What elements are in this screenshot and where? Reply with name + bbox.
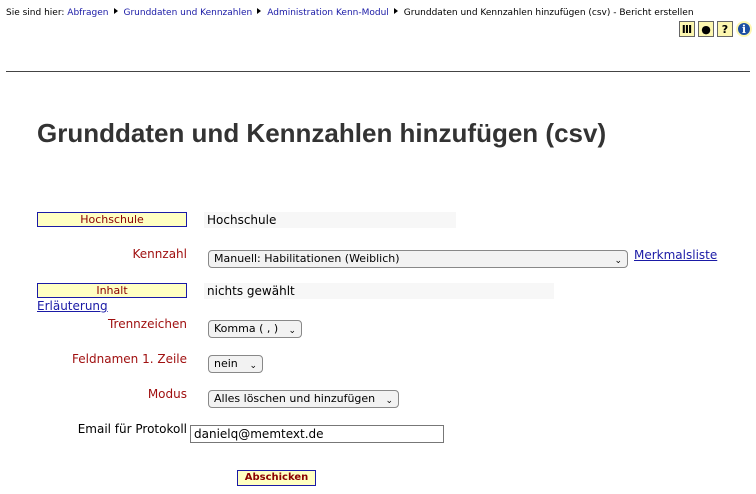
trennzeichen-select[interactable]: Komma ( , ) ⌄: [208, 320, 302, 338]
trennzeichen-selected: Komma ( , ): [214, 322, 279, 335]
breadcrumb-current: Grunddaten und Kennzahlen hinzufügen (cs…: [403, 8, 694, 18]
university-icon[interactable]: Ⅲ: [679, 21, 695, 37]
erlaeuterung-link[interactable]: Erläuterung: [37, 299, 108, 313]
toolbar: Ⅲ ● ? i: [679, 21, 752, 37]
submit-button[interactable]: Abschicken: [237, 470, 316, 486]
email-label: Email für Protokoll: [77, 422, 187, 436]
chevron-down-icon: ⌄: [249, 361, 257, 371]
divider: [6, 71, 750, 72]
breadcrumb: Sie sind hier: Abfragen Grunddaten und Ke…: [6, 8, 694, 18]
email-field[interactable]: [190, 425, 444, 443]
page-title: Grunddaten und Kennzahlen hinzufügen (cs…: [37, 118, 607, 148]
chevron-down-icon: ⌄: [385, 396, 393, 406]
breadcrumb-arrow-icon: [113, 8, 118, 14]
kennzahl-label: Kennzahl: [132, 247, 187, 261]
chevron-down-icon: ⌄: [614, 256, 622, 266]
trennzeichen-label: Trennzeichen: [107, 317, 187, 331]
merkmalsliste-link[interactable]: Merkmalsliste: [634, 248, 717, 262]
hochschule-value: Hochschule: [204, 212, 456, 228]
breadcrumb-link-grunddaten[interactable]: Grunddaten und Kennzahlen: [124, 8, 253, 18]
modus-selected: Alles löschen und hinzufügen: [214, 392, 376, 405]
modus-label: Modus: [147, 387, 187, 401]
feldnamen-selected: nein: [214, 357, 238, 370]
modus-select[interactable]: Alles löschen und hinzufügen ⌄: [208, 390, 399, 408]
inhalt-label[interactable]: Inhalt: [37, 283, 187, 298]
chevron-down-icon: ⌄: [288, 326, 296, 336]
kennzahl-selected: Manuell: Habilitationen (Weiblich): [214, 252, 400, 265]
breadcrumb-link-abfragen[interactable]: Abfragen: [67, 8, 108, 18]
feldnamen-select[interactable]: nein ⌄: [208, 355, 263, 373]
feldnamen-label: Feldnamen 1. Zeile: [72, 352, 187, 366]
record-icon[interactable]: ●: [698, 21, 714, 37]
help-icon[interactable]: ?: [717, 21, 733, 37]
info-icon[interactable]: i: [736, 21, 752, 37]
kennzahl-select[interactable]: Manuell: Habilitationen (Weiblich) ⌄: [208, 250, 628, 268]
inhalt-value: nichts gewählt: [204, 283, 554, 299]
breadcrumb-arrow-icon: [257, 8, 262, 14]
breadcrumb-arrow-icon: [393, 8, 398, 14]
breadcrumb-link-administration[interactable]: Administration Kenn-Modul: [267, 8, 389, 18]
hochschule-label[interactable]: Hochschule: [37, 212, 187, 227]
breadcrumb-prefix: Sie sind hier:: [6, 8, 65, 18]
